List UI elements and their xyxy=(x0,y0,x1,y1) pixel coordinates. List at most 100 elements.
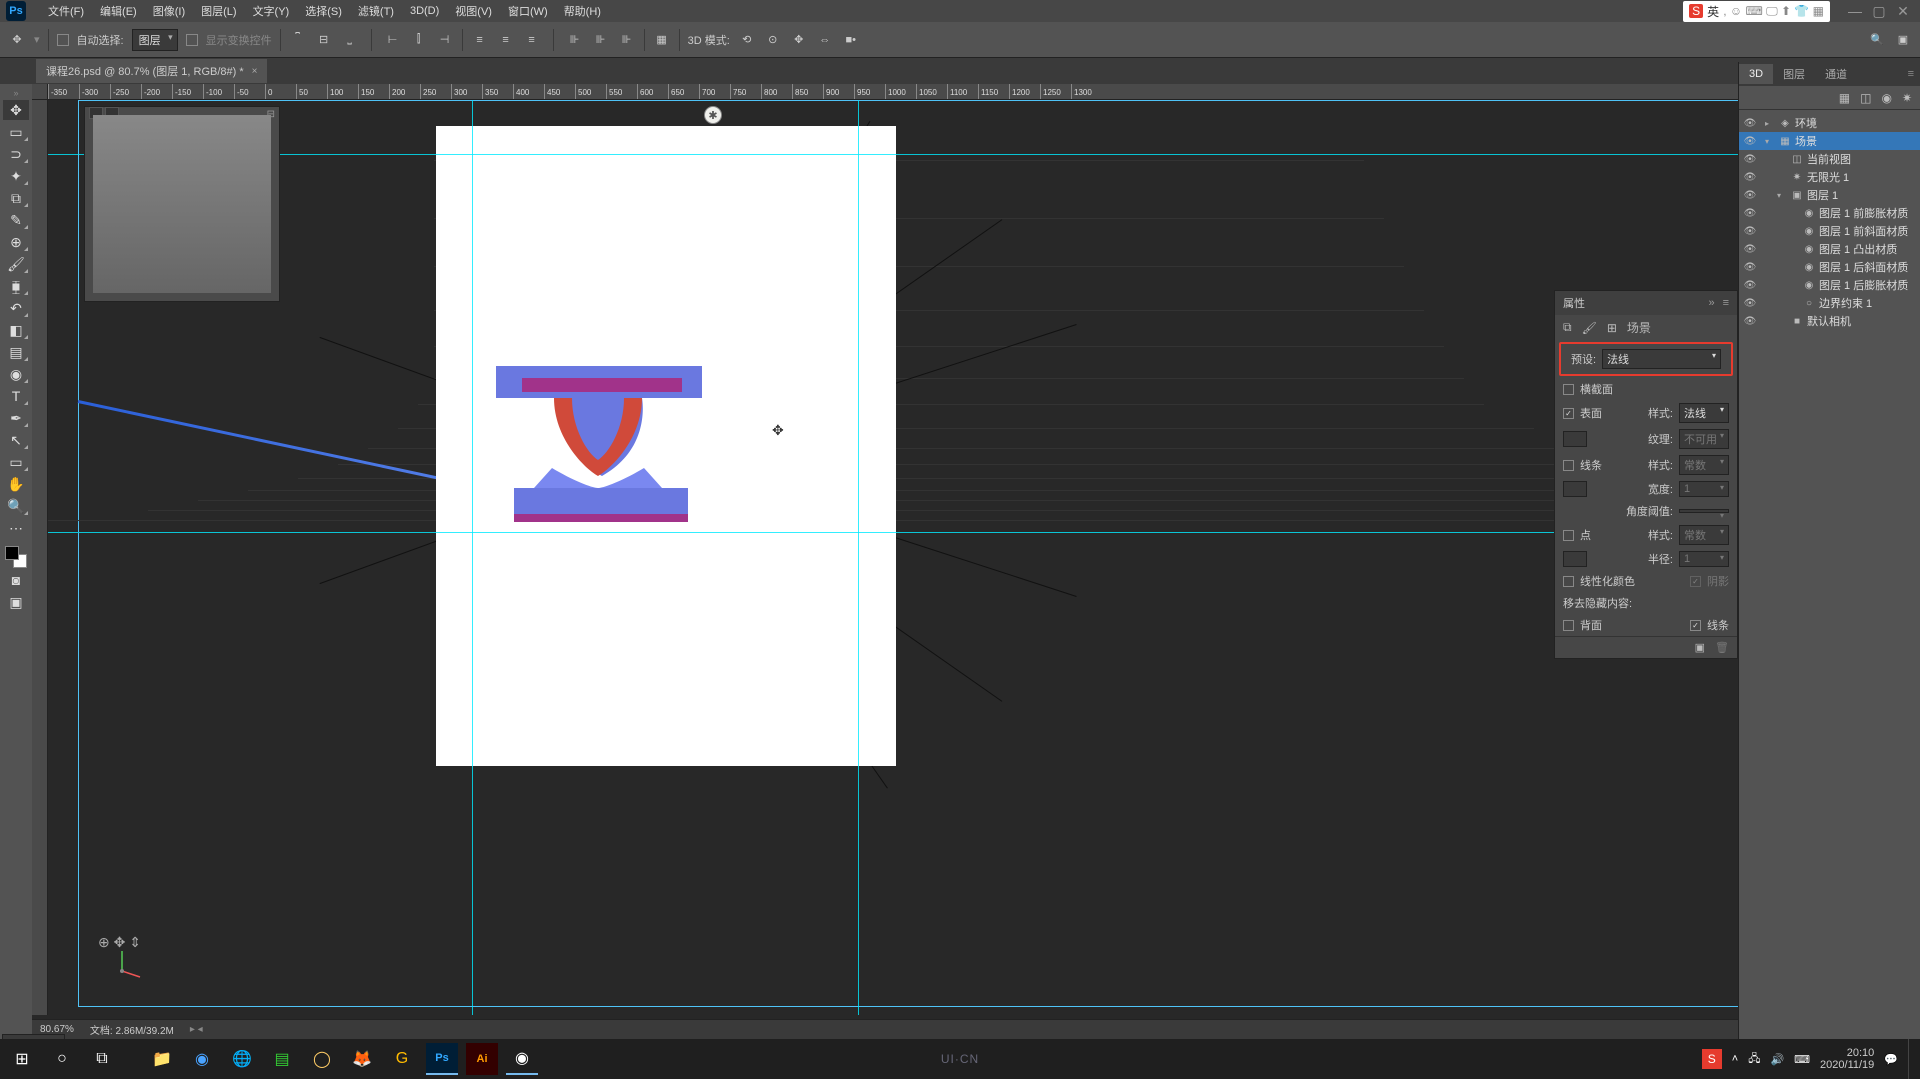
menu-3d[interactable]: 3D(D) xyxy=(402,0,447,22)
start-button[interactable]: ⊞ xyxy=(6,1043,38,1075)
move-tool-icon[interactable]: ✥ xyxy=(8,31,26,49)
brush-tool[interactable]: 🖌 xyxy=(3,254,29,274)
edit-toolbar[interactable]: ⋯ xyxy=(3,518,29,538)
lasso-tool[interactable]: ⊃ xyxy=(3,144,29,164)
tray-up-icon[interactable]: ˄ xyxy=(1732,1053,1738,1065)
tree-row[interactable]: 👁◉图层 1 后斜面材质 xyxy=(1739,258,1920,276)
shape-tool[interactable]: ▭ xyxy=(3,452,29,472)
align-top-icon[interactable]: ⎴ xyxy=(289,31,307,49)
tray-vol-icon[interactable]: 🔊 xyxy=(1770,1053,1784,1066)
dist-top-icon[interactable]: ≡ xyxy=(471,31,489,49)
screenmode-tool[interactable]: ▣ xyxy=(3,592,29,612)
cortana-icon[interactable]: ○ xyxy=(46,1043,78,1075)
autoselect-dropdown[interactable]: 图层 xyxy=(132,29,178,51)
align-right-icon[interactable]: ⊣ xyxy=(436,31,454,49)
tab-channels[interactable]: 通道 xyxy=(1815,62,1857,86)
zoom-tool[interactable]: 🔍 xyxy=(3,496,29,516)
doc-info[interactable]: 文档: 2.86M/39.2M xyxy=(90,1022,174,1037)
tree-row[interactable]: 👁◉图层 1 前膨胀材质 xyxy=(1739,204,1920,222)
workspace-switcher-icon[interactable]: ▣ xyxy=(1894,31,1912,49)
3d-orbit-icon[interactable]: ⟲ xyxy=(738,31,756,49)
history-brush-tool[interactable]: ↶ xyxy=(3,298,29,318)
tree-row[interactable]: 👁▸◈环境 xyxy=(1739,114,1920,132)
lines-checkbox[interactable] xyxy=(1563,460,1574,471)
autoselect-checkbox[interactable] xyxy=(57,34,69,46)
align-hcenter-icon[interactable]: ⫿ xyxy=(410,31,428,49)
notifications-icon[interactable]: 💬 xyxy=(1884,1053,1898,1066)
props-tab2-icon[interactable]: 🖌 xyxy=(1582,321,1597,335)
3d-object[interactable] xyxy=(492,358,704,528)
dist-right-icon[interactable]: ⊪ xyxy=(618,31,636,49)
align-left-icon[interactable]: ⊢ xyxy=(384,31,402,49)
taskview-icon[interactable]: ⧉ xyxy=(86,1043,118,1075)
ruler-origin[interactable] xyxy=(32,84,48,100)
filter-mesh-icon[interactable]: ◫ xyxy=(1860,91,1871,105)
align-vcenter-icon[interactable]: ⊟ xyxy=(315,31,333,49)
tree-row[interactable]: 👁▾▣图层 1 xyxy=(1739,186,1920,204)
pen-tool[interactable]: ✒ xyxy=(3,408,29,428)
obs-icon[interactable]: ◉ xyxy=(506,1043,538,1075)
google-icon[interactable]: G xyxy=(386,1043,418,1075)
menu-image[interactable]: 图像(I) xyxy=(145,0,193,22)
secondary-view-panel[interactable]: ⊟ xyxy=(84,106,280,302)
menu-window[interactable]: 窗口(W) xyxy=(500,0,556,22)
light-widget[interactable]: ✱ xyxy=(704,106,722,124)
menu-select[interactable]: 选择(S) xyxy=(297,0,350,22)
lines-swatch[interactable] xyxy=(1563,481,1587,497)
menu-edit[interactable]: 编辑(E) xyxy=(92,0,145,22)
path-tool[interactable]: ↖ xyxy=(3,430,29,450)
tree-row[interactable]: 👁■默认相机 xyxy=(1739,312,1920,330)
panel-menu-icon[interactable]: ≡ xyxy=(1723,297,1729,309)
move-tool[interactable]: ✥ xyxy=(3,100,29,120)
align-bottom-icon[interactable]: ⎵ xyxy=(341,31,359,49)
points-swatch[interactable] xyxy=(1563,551,1587,567)
dist-left-icon[interactable]: ⊪ xyxy=(566,31,584,49)
qq-browser-icon[interactable]: ◉ xyxy=(186,1043,218,1075)
wand-tool[interactable]: ✦ xyxy=(3,166,29,186)
filter-scene-icon[interactable]: ▦ xyxy=(1839,91,1850,105)
props-tab3-icon[interactable]: ⊞ xyxy=(1607,321,1617,335)
surface-swatch[interactable] xyxy=(1563,431,1587,447)
menu-view[interactable]: 视图(V) xyxy=(447,0,500,22)
3d-roll-icon[interactable]: ⊙ xyxy=(764,31,782,49)
close-tab-icon[interactable]: × xyxy=(252,66,258,77)
document-tab[interactable]: 课程26.psd @ 80.7% (图层 1, RGB/8#) *× xyxy=(36,59,267,83)
wechat-icon[interactable]: ▤ xyxy=(266,1043,298,1075)
minimize-button[interactable]: — xyxy=(1848,4,1862,18)
render-icon[interactable]: ▣ xyxy=(1695,641,1705,654)
sogou-tray-icon[interactable]: S xyxy=(1702,1049,1722,1069)
points-checkbox[interactable] xyxy=(1563,530,1574,541)
dist-vcenter-icon[interactable]: ≡ xyxy=(497,31,515,49)
filter-light-icon[interactable]: ✷ xyxy=(1902,91,1912,105)
tree-row[interactable]: 👁▾▦场景 xyxy=(1739,132,1920,150)
tray-net-icon[interactable]: 🖧 xyxy=(1748,1050,1760,1069)
menu-filter[interactable]: 滤镜(T) xyxy=(350,0,402,22)
tree-row[interactable]: 👁◉图层 1 前斜面材质 xyxy=(1739,222,1920,240)
photoshop-task-icon[interactable]: Ps xyxy=(426,1043,458,1075)
explorer-icon[interactable]: 📁 xyxy=(146,1043,178,1075)
eraser-tool[interactable]: ◧ xyxy=(3,320,29,340)
ruler-vertical[interactable] xyxy=(32,100,48,1015)
gradient-tool[interactable]: ▤ xyxy=(3,342,29,362)
transform-checkbox[interactable] xyxy=(186,34,198,46)
type-tool[interactable]: T xyxy=(3,386,29,406)
show-desktop[interactable] xyxy=(1908,1039,1914,1079)
tray-ime-icon[interactable]: ⌨ xyxy=(1794,1053,1810,1066)
heal-tool[interactable]: ⊕ xyxy=(3,232,29,252)
marquee-tool[interactable]: ▭ xyxy=(3,122,29,142)
search-icon[interactable]: 🔍 xyxy=(1868,31,1886,49)
hand-tool[interactable]: ✋ xyxy=(3,474,29,494)
dist-bottom-icon[interactable]: ≡ xyxy=(523,31,541,49)
surface-checkbox[interactable]: ✓ xyxy=(1563,408,1574,419)
menu-file[interactable]: 文件(F) xyxy=(40,0,92,22)
menu-type[interactable]: 文字(Y) xyxy=(245,0,298,22)
backface-checkbox[interactable] xyxy=(1563,620,1574,631)
color-swatch[interactable] xyxy=(5,546,27,568)
crosssection-checkbox[interactable] xyxy=(1563,384,1574,395)
tree-row[interactable]: 👁✷无限光 1 xyxy=(1739,168,1920,186)
clock[interactable]: 20:102020/11/19 xyxy=(1820,1047,1874,1071)
auto-align-icon[interactable]: ▦ xyxy=(653,31,671,49)
trash-icon[interactable]: 🗑 xyxy=(1715,641,1729,654)
lines-visible-checkbox[interactable]: ✓ xyxy=(1690,620,1701,631)
close-button[interactable]: ✕ xyxy=(1896,4,1910,18)
